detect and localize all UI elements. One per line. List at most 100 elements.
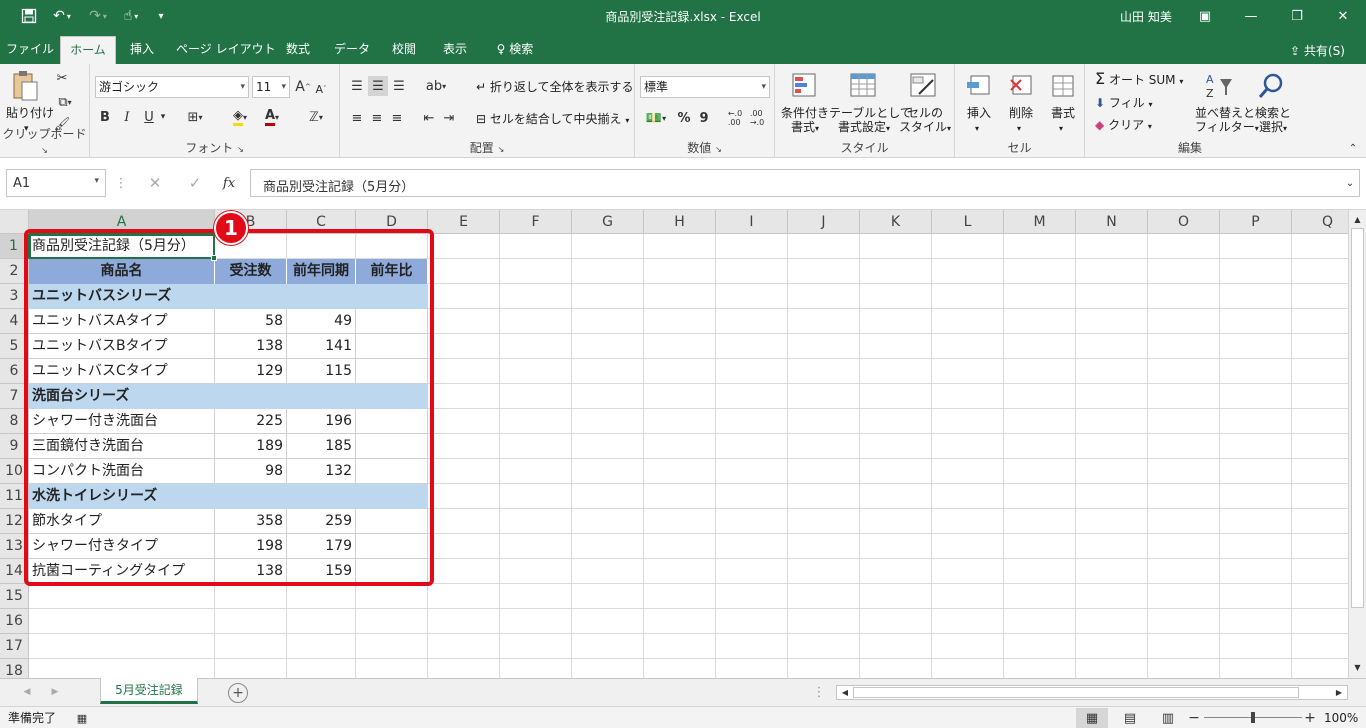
column-header-n[interactable]: N (1076, 210, 1148, 234)
align-right-icon[interactable]: ≡ (388, 108, 406, 128)
close-icon[interactable]: ✕ (1328, 4, 1358, 28)
row-header-15[interactable]: 15 (0, 584, 29, 609)
align-bottom-icon[interactable]: ☰ (390, 76, 408, 96)
column-header-l[interactable]: L (932, 210, 1004, 234)
sort-filter-button[interactable]: 並べ替えと フィルター▾ (1195, 106, 1259, 136)
align-left-icon[interactable]: ≡ (348, 108, 366, 128)
launcher-icon[interactable]: ↘ (41, 146, 48, 155)
launcher-icon[interactable]: ↘ (498, 145, 505, 154)
clear-button[interactable]: ◆ クリア ▾ (1095, 118, 1152, 134)
number-format-select[interactable]: 標準 ▾ (640, 76, 770, 98)
merge-center-button[interactable]: ⊟ セルを結合して中央揃え ▾ (476, 112, 629, 128)
insert-cells-icon[interactable] (963, 70, 995, 102)
insert-function-icon[interactable]: fx (218, 172, 240, 194)
format-as-table-icon[interactable] (847, 70, 879, 102)
column-header-m[interactable]: M (1004, 210, 1076, 234)
insert-button[interactable]: 挿入 ▾ (967, 106, 991, 136)
launcher-icon[interactable]: ↘ (237, 145, 244, 154)
conditional-formatting-icon[interactable] (789, 70, 821, 102)
font-size-select[interactable]: 11 ▾ (252, 76, 290, 98)
borders-icon[interactable]: ⊞ ▾ (182, 106, 208, 128)
column-header-k[interactable]: K (860, 210, 932, 234)
page-layout-view-icon[interactable]: ▤ (1118, 708, 1142, 728)
zoom-in-icon[interactable]: + (1304, 708, 1316, 728)
delete-button[interactable]: 削除 ▾ (1009, 106, 1033, 136)
next-sheet-icon[interactable]: ▶ (48, 685, 62, 699)
sheet-tab-active[interactable]: 5月受注記録 (100, 678, 198, 704)
bold-button[interactable]: B (96, 106, 114, 128)
tab-insert[interactable]: 挿入 (124, 36, 160, 64)
align-top-icon[interactable]: ☰ (348, 76, 366, 96)
prev-sheet-icon[interactable]: ◀ (20, 685, 34, 699)
delete-cells-icon[interactable] (1005, 70, 1037, 102)
worksheet-grid[interactable]: ABCDEFGHIJKLMNOPQ 1 2 3 4 5 6 7 8 9 10 11 12 13 14 15 1… (0, 210, 1348, 678)
percent-style-button[interactable]: % (675, 108, 693, 128)
column-header-f[interactable]: F (500, 210, 572, 234)
row-header-16[interactable]: 16 (0, 609, 29, 634)
fill-color-icon[interactable]: ◈ ▾ (226, 106, 254, 128)
tab-page-layout[interactable]: ページ レイアウト (176, 36, 276, 64)
increase-font-icon[interactable]: A ^ (295, 78, 310, 96)
tab-review[interactable]: 校閲 (388, 36, 420, 64)
format-as-table-button[interactable]: テーブルとして 書式設定▾ (829, 106, 912, 136)
underline-dropdown-icon[interactable]: ▾ (158, 106, 168, 128)
macro-record-icon[interactable]: ▦ (74, 710, 90, 726)
fill-button[interactable]: ⬇ フィル ▾ (1095, 96, 1153, 112)
row-header-18[interactable]: 18 (0, 659, 29, 678)
sort-filter-icon[interactable]: AZ (1203, 70, 1235, 102)
tab-home[interactable]: ホーム (60, 36, 116, 64)
cancel-icon[interactable]: ✕ (144, 172, 166, 194)
zoom-slider-thumb[interactable] (1251, 712, 1255, 723)
new-sheet-icon[interactable]: + (228, 683, 248, 703)
share-button[interactable]: ⇪ 共有(S) (1290, 42, 1345, 59)
copy-icon[interactable]: ⧉ ▾ (54, 94, 76, 110)
collapse-ribbon-icon[interactable]: ⌃ (1346, 142, 1360, 154)
format-cells-icon[interactable] (1047, 70, 1079, 102)
conditional-formatting-button[interactable]: 条件付き 書式▾ (781, 106, 829, 136)
scroll-down-icon[interactable]: ▼ (1351, 660, 1364, 674)
ribbon-display-icon[interactable]: ▣ (1190, 4, 1220, 28)
find-select-button[interactable]: 検索と 選択▾ (1255, 106, 1291, 136)
enter-icon[interactable]: ✓ (184, 172, 206, 194)
align-center-icon[interactable]: ≡ (368, 108, 386, 128)
launcher-icon[interactable]: ↘ (715, 145, 722, 154)
horizontal-scrollbar[interactable]: ◀ ▶ (836, 685, 1348, 700)
column-header-i[interactable]: I (716, 210, 788, 234)
zoom-out-icon[interactable]: − (1188, 708, 1200, 728)
wrap-text-button[interactable]: ↵ 折り返して全体を表示する (476, 80, 634, 94)
align-middle-icon[interactable]: ☰ (368, 76, 388, 96)
comma-style-button[interactable]: 9 (695, 108, 713, 128)
paste-button[interactable]: 貼り付け (6, 106, 54, 120)
font-color-icon[interactable]: A ▾ (258, 106, 286, 128)
scroll-left-icon[interactable]: ◀ (839, 686, 851, 699)
phonetic-icon[interactable]: ℤ ▾ (302, 106, 330, 128)
page-break-view-icon[interactable]: ▥ (1156, 708, 1180, 728)
minimize-icon[interactable]: — (1236, 4, 1266, 28)
decrease-decimal-icon[interactable]: .00 →.0 (747, 108, 767, 128)
column-header-j[interactable]: J (788, 210, 860, 234)
name-box-dropdown-icon[interactable]: ▾ (94, 176, 99, 186)
format-button[interactable]: 書式 ▾ (1051, 106, 1075, 136)
column-header-h[interactable]: H (644, 210, 716, 234)
tab-file[interactable]: ファイル (6, 36, 54, 64)
expand-formula-bar-icon[interactable]: ⌄ (1343, 174, 1357, 192)
name-box[interactable]: A1 ▾ (6, 169, 106, 197)
scroll-up-icon[interactable]: ▲ (1351, 212, 1364, 226)
tell-me[interactable]: ♀ 検索 (490, 36, 540, 64)
paste-icon[interactable] (10, 70, 40, 102)
cell-styles-icon[interactable] (907, 70, 939, 102)
vertical-scroll-thumb[interactable] (1351, 228, 1364, 608)
orientation-icon[interactable]: ab ▾ (420, 76, 452, 96)
horizontal-scroll-thumb[interactable] (853, 687, 1299, 698)
formula-input[interactable]: 商品別受注記録（5月分） (250, 169, 1360, 197)
find-select-icon[interactable] (1255, 70, 1287, 102)
column-header-o[interactable]: O (1148, 210, 1220, 234)
scroll-right-icon[interactable]: ▶ (1333, 686, 1345, 699)
row-header-17[interactable]: 17 (0, 634, 29, 659)
column-header-g[interactable]: G (572, 210, 644, 234)
restore-icon[interactable]: ❐ (1282, 4, 1312, 28)
zoom-level[interactable]: 100% (1324, 711, 1358, 725)
autosum-button[interactable]: Σ オート SUM ▾ (1095, 71, 1183, 89)
italic-button[interactable]: I (118, 106, 136, 128)
cell-styles-button[interactable]: セルの スタイル▾ (899, 106, 951, 136)
